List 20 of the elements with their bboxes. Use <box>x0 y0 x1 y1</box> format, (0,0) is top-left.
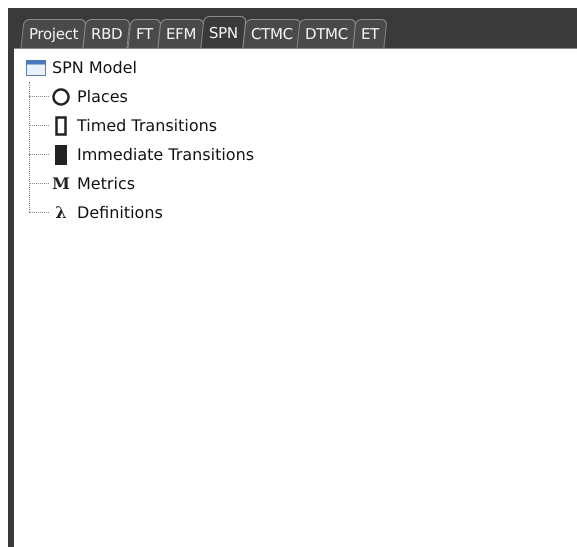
tree-item[interactable]: SPN Model <box>52 58 137 77</box>
tree-item[interactable]: Definitions <box>77 203 163 222</box>
tab[interactable]: FT <box>127 19 162 48</box>
filled-rectangle-icon <box>55 144 67 164</box>
glyph-icon: M <box>52 174 70 193</box>
tab[interactable]: RBD <box>82 19 132 48</box>
tab[interactable]: Project <box>20 19 87 48</box>
tab[interactable]: CTMC <box>242 19 301 48</box>
circle-icon <box>52 88 70 106</box>
glyph-icon: λ <box>55 203 67 222</box>
tab[interactable]: DTMC <box>296 19 357 48</box>
tab[interactable]: EFM <box>157 19 204 48</box>
folder-icon <box>26 59 46 76</box>
tab[interactable]: SPN <box>200 16 246 48</box>
tree-item[interactable]: Timed Transitions <box>77 116 218 135</box>
tree-item[interactable]: Metrics <box>77 174 136 193</box>
tree-item[interactable]: Places <box>77 87 128 106</box>
tab[interactable]: ET <box>352 19 388 48</box>
rectangle-icon <box>55 116 67 136</box>
tree-item[interactable]: Immediate Transitions <box>77 145 254 164</box>
